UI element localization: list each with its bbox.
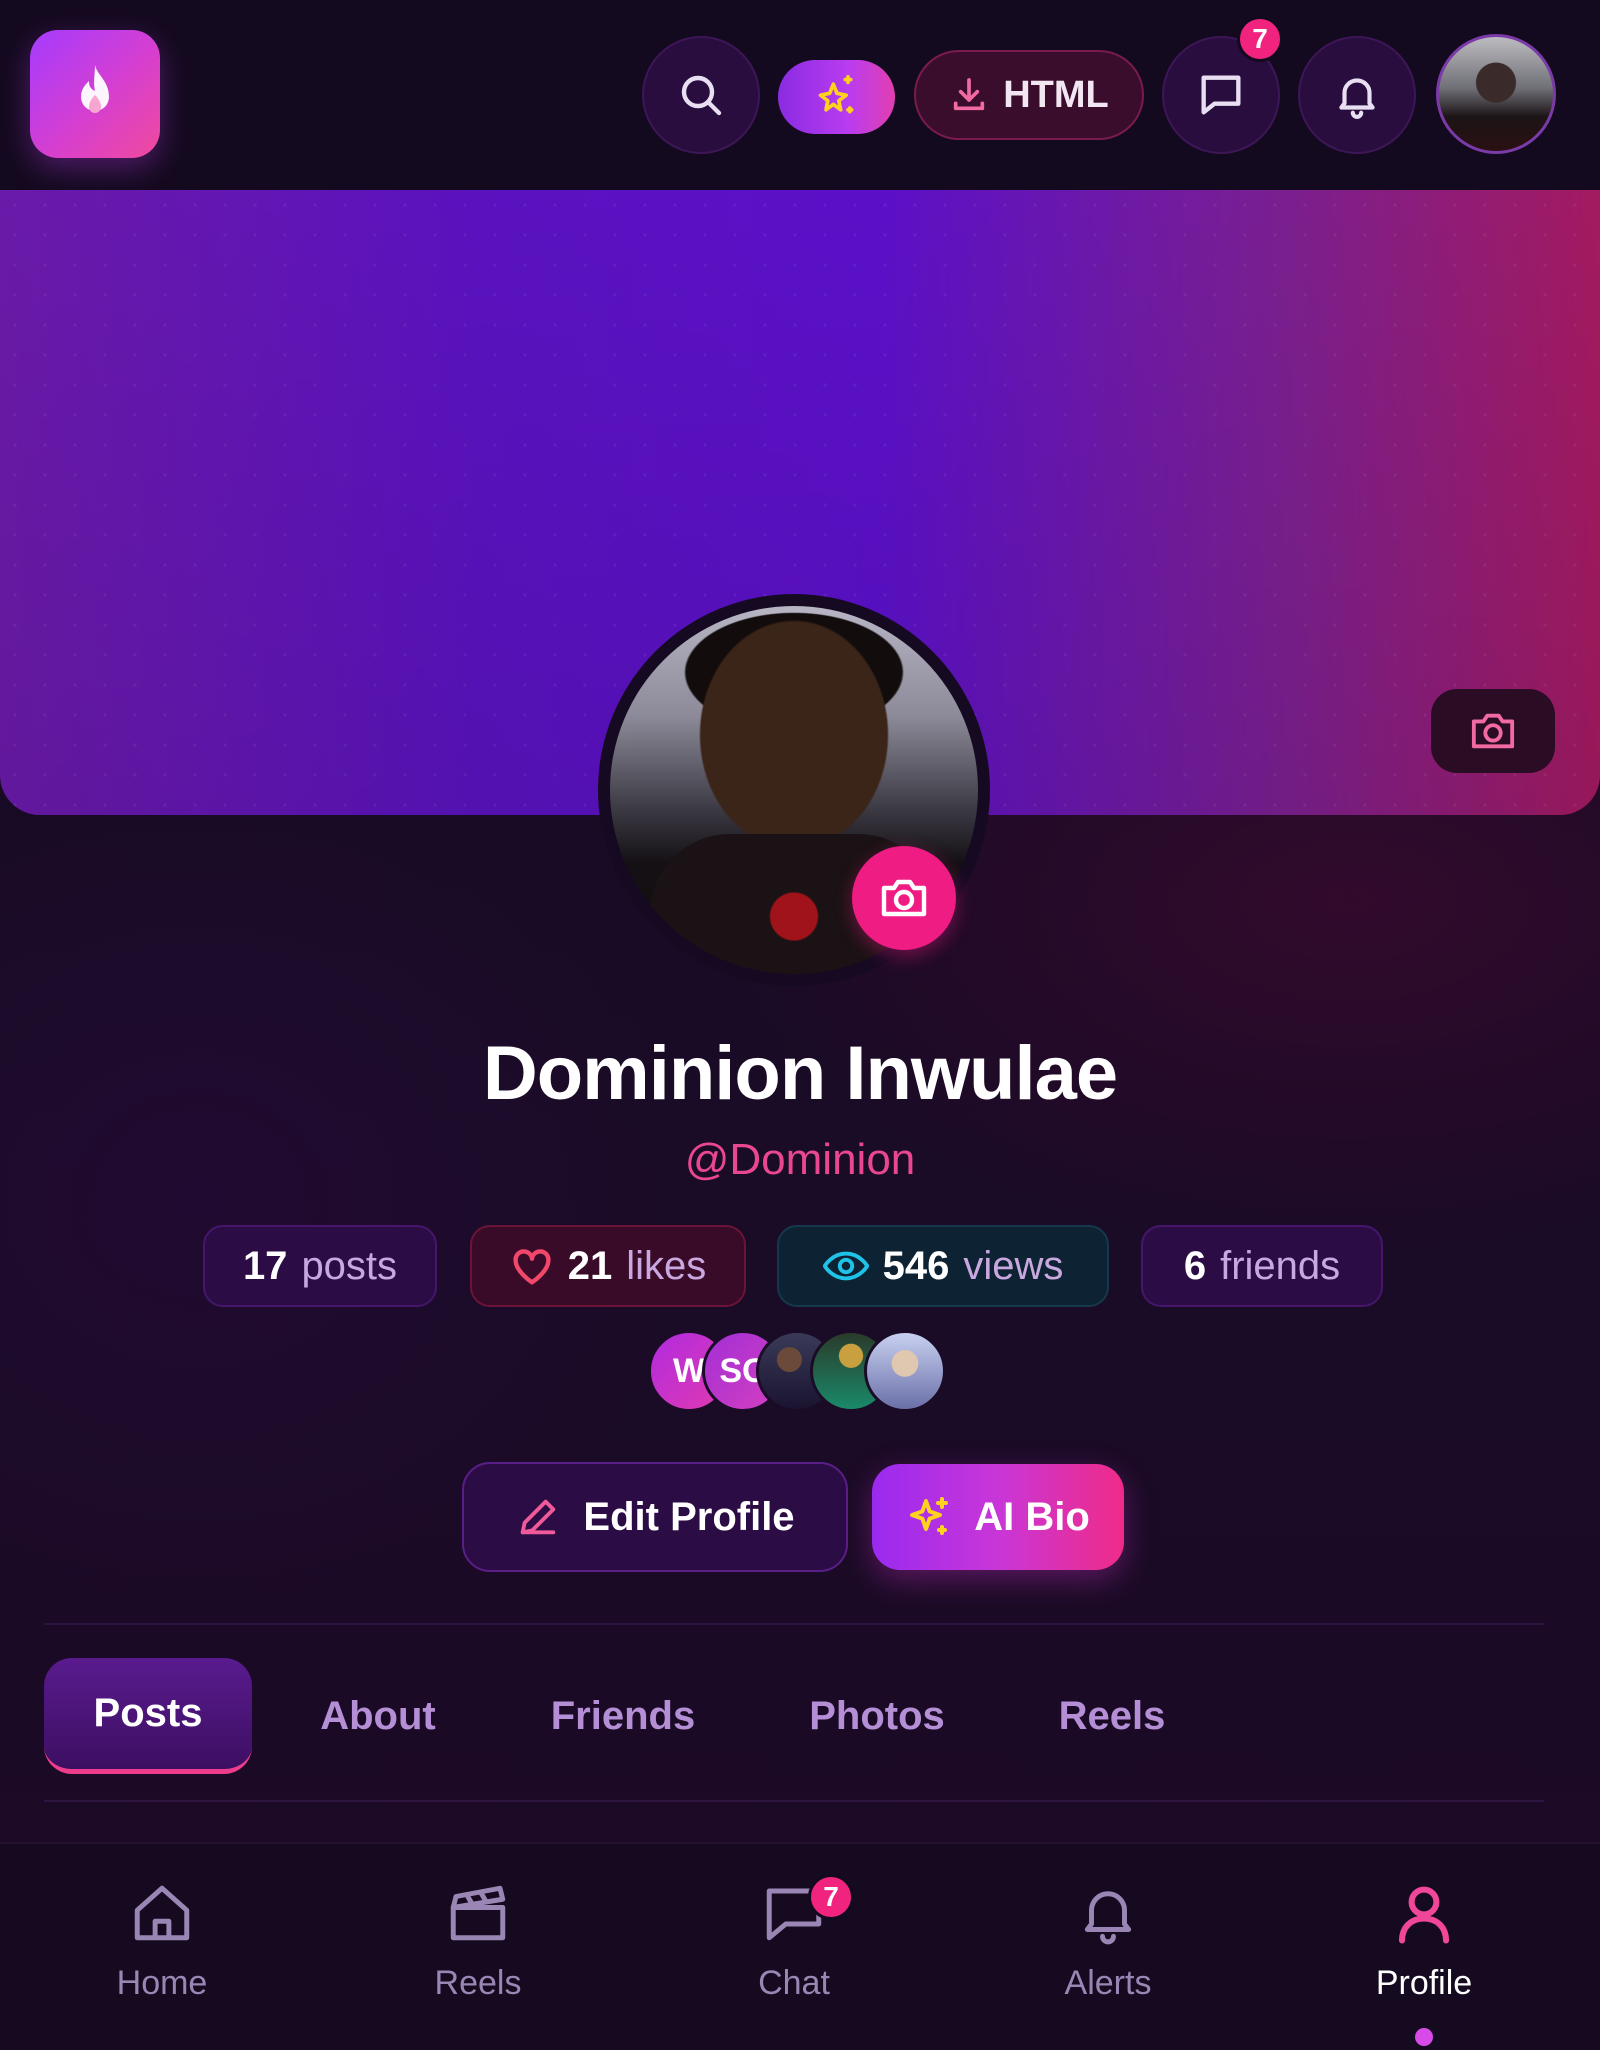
download-icon — [954, 78, 985, 111]
nav-chat-label: Chat — [758, 1964, 830, 2002]
change-cover-button[interactable] — [1431, 689, 1555, 773]
bell-icon — [1339, 78, 1375, 119]
edit-profile-button[interactable]: Edit Profile — [462, 1462, 848, 1572]
camera-icon — [881, 879, 927, 917]
profile-name: Dominion Inwulae — [482, 1031, 1118, 1116]
search-button[interactable] — [642, 36, 760, 154]
stat-friends-value: 6 — [1183, 1243, 1207, 1288]
magic-star-icon — [818, 75, 853, 114]
tab-friends[interactable]: Friends — [540, 1658, 706, 1774]
pencil-icon — [521, 1499, 556, 1535]
tabs-divider-bottom — [44, 1800, 1544, 1802]
clapperboard-icon — [450, 1885, 506, 1941]
sparkles-icon — [910, 1497, 949, 1535]
chat-icon — [1201, 75, 1241, 115]
nav-profile[interactable]: Profile — [1324, 1880, 1524, 2020]
nav-home[interactable]: Home — [62, 1880, 262, 2020]
stat-posts-value: 17 — [242, 1243, 288, 1288]
search-icon — [681, 75, 722, 116]
tabs-divider-top — [44, 1623, 1544, 1625]
stat-likes-label: likes — [626, 1243, 707, 1288]
top-bar: HTML 7 — [0, 0, 1600, 190]
html-button-label: HTML — [1003, 73, 1109, 116]
change-avatar-button[interactable] — [852, 846, 956, 950]
nav-chat[interactable]: Chat — [694, 1880, 894, 2020]
messages-badge: 7 — [1237, 16, 1283, 62]
nav-profile-label: Profile — [1375, 1964, 1473, 2002]
home-icon — [134, 1885, 190, 1941]
stat-friends[interactable]: 6 friends — [1141, 1225, 1383, 1307]
bell-icon — [1084, 1891, 1132, 1945]
stat-friends-label: friends — [1220, 1243, 1341, 1288]
friend-avatar[interactable] — [864, 1330, 946, 1412]
active-indicator-dot — [1415, 2028, 1433, 2046]
stat-likes-value: 21 — [567, 1243, 613, 1288]
magic-button[interactable] — [778, 60, 895, 134]
edit-profile-label: Edit Profile — [583, 1494, 795, 1539]
nav-alerts[interactable]: Alerts — [1008, 1880, 1208, 2020]
download-html-button[interactable]: HTML — [914, 50, 1144, 140]
nav-chat-badge: 7 — [808, 1874, 854, 1920]
tab-reels[interactable]: Reels — [1040, 1658, 1184, 1774]
heart-icon — [513, 1249, 551, 1285]
stat-posts[interactable]: 17 posts — [203, 1225, 437, 1307]
stat-views-value: 546 — [882, 1243, 950, 1288]
nav-reels[interactable]: Reels — [378, 1880, 578, 2020]
tab-photos[interactable]: Photos — [790, 1658, 964, 1774]
nav-reels-label: Reels — [434, 1964, 522, 2002]
camera-icon — [1471, 713, 1515, 749]
flame-logo-icon — [81, 65, 109, 113]
stat-views[interactable]: 546 views — [777, 1225, 1109, 1307]
tab-posts[interactable]: Posts — [44, 1658, 252, 1774]
tab-about[interactable]: About — [300, 1658, 456, 1774]
user-icon — [1398, 1886, 1450, 1944]
ai-bio-label: AI Bio — [974, 1494, 1090, 1539]
notifications-button[interactable] — [1298, 36, 1416, 154]
stat-views-label: views — [963, 1243, 1064, 1288]
user-avatar-button[interactable] — [1436, 34, 1556, 154]
nav-home-label: Home — [116, 1964, 208, 2002]
profile-handle: @Dominion — [684, 1135, 916, 1184]
ai-bio-button[interactable]: AI Bio — [872, 1464, 1124, 1570]
stat-likes[interactable]: 21 likes — [470, 1225, 746, 1307]
stat-posts-label: posts — [301, 1243, 398, 1288]
nav-alerts-label: Alerts — [1064, 1964, 1152, 2002]
app-logo[interactable] — [30, 30, 160, 158]
eye-icon — [822, 1251, 869, 1281]
bottom-navigation: Home Reels Chat 7 Alerts Profile — [0, 1842, 1600, 2050]
